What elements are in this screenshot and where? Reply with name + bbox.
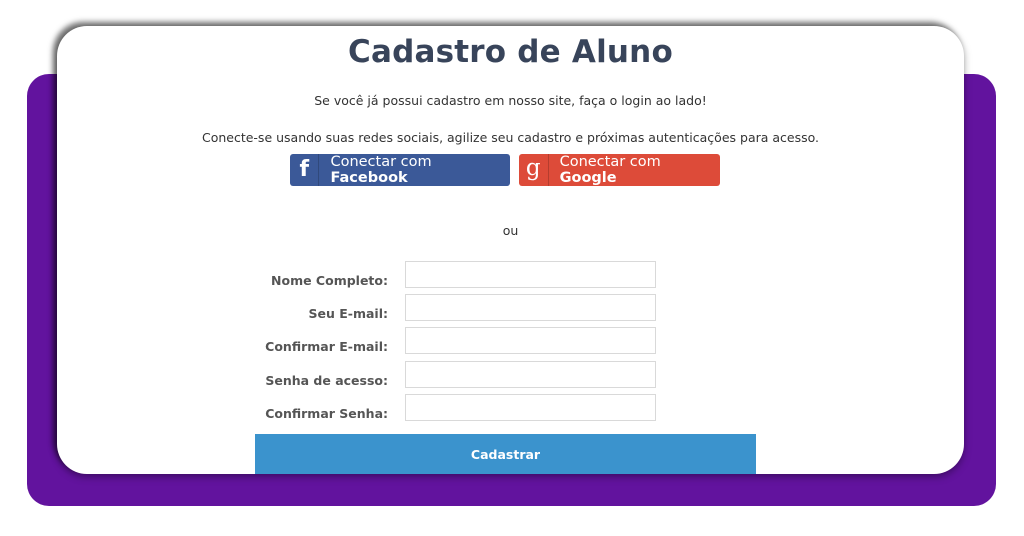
facebook-button-label: Conectar com Facebook <box>330 154 432 186</box>
password-label: Senha de acesso: <box>265 373 388 388</box>
confirm-password-label: Confirmar Senha: <box>265 406 388 421</box>
or-separator: ou <box>502 223 519 238</box>
google-connect-button[interactable]: g Conectar com Google <box>519 154 720 186</box>
confirm-email-input[interactable] <box>405 327 656 354</box>
google-icon: g <box>519 154 549 186</box>
submit-button[interactable]: Cadastrar <box>255 434 756 474</box>
email-input[interactable] <box>405 294 656 321</box>
facebook-icon: f <box>290 154 320 186</box>
form-row-confirm-email: Confirmar E-mail: <box>57 327 964 354</box>
login-hint-text: Se você já possui cadastro em nosso site… <box>314 93 707 108</box>
password-input[interactable] <box>405 361 656 388</box>
registration-card: Cadastro de Aluno Se você já possui cada… <box>57 26 964 474</box>
social-hint-text: Conecte-se usando suas redes sociais, ag… <box>201 130 820 145</box>
form-row-password: Senha de acesso: <box>57 361 964 388</box>
form-row-confirm-password: Confirmar Senha: <box>57 394 964 421</box>
form-row-full-name: Nome Completo: <box>57 261 964 288</box>
form-row-email: Seu E-mail: <box>57 294 964 321</box>
email-label: Seu E-mail: <box>308 306 389 321</box>
confirm-email-label: Confirmar E-mail: <box>265 339 388 354</box>
full-name-label: Nome Completo: <box>271 273 388 288</box>
facebook-connect-button[interactable]: f Conectar com Facebook <box>290 154 510 186</box>
google-button-label: Conectar com Google <box>559 154 661 186</box>
confirm-password-input[interactable] <box>405 394 656 421</box>
full-name-input[interactable] <box>405 261 656 288</box>
page-title: Cadastro de Aluno <box>348 34 673 70</box>
